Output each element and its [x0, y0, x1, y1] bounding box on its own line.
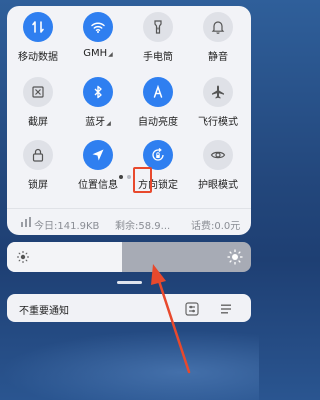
- expand-corner-icon: ◢: [108, 51, 113, 58]
- tile-label: 飞行模式: [198, 113, 238, 128]
- tile-eye[interactable]: 护眼模式: [190, 140, 246, 196]
- tile-label-text: 静音: [208, 52, 228, 63]
- tile-label-text: 蓝牙: [85, 117, 106, 128]
- page-indicator: [119, 175, 131, 179]
- brightness-high-icon: [227, 249, 243, 269]
- tile-label-text: 位置信息: [78, 180, 118, 191]
- tile-airplane[interactable]: 飞行模式: [190, 77, 246, 133]
- mobile-data-icon: [23, 12, 53, 42]
- tile-screenshot[interactable]: 截屏: [10, 77, 66, 133]
- auto-brightness-icon: [143, 77, 173, 107]
- tile-mobile-data[interactable]: 移动数据: [10, 12, 66, 68]
- tile-label-text: 手电筒: [143, 52, 173, 63]
- drag-handle[interactable]: [117, 281, 142, 284]
- tile-label-text: 飞行模式: [198, 117, 238, 128]
- tile-label-text: 移动数据: [18, 52, 58, 63]
- brightness-slider[interactable]: [7, 242, 251, 272]
- brightness-low-icon: [16, 249, 30, 268]
- bluetooth-icon: [83, 77, 113, 107]
- clear-notifications-icon[interactable]: [219, 301, 233, 320]
- tile-label: 自动亮度: [138, 113, 178, 128]
- tile-label: 蓝牙◢: [85, 113, 111, 128]
- expand-corner-icon: ◢: [106, 120, 111, 127]
- wifi-icon: [83, 12, 113, 42]
- tile-label-text: 截屏: [28, 117, 48, 128]
- annotation-box: [133, 167, 152, 193]
- airplane-icon: [203, 77, 233, 107]
- bell-icon: [203, 12, 233, 42]
- data-today: 今日:141.9KB: [34, 221, 100, 232]
- notification-settings-icon[interactable]: [185, 301, 199, 320]
- tile-label: 位置信息: [78, 176, 118, 191]
- lock-icon: [23, 140, 53, 170]
- data-usage-row[interactable]: 今日:141.9KB 剩余:58.9... 话费:0.0元: [7, 208, 251, 235]
- tile-label: 静音: [208, 48, 228, 63]
- tile-bell[interactable]: 静音: [190, 12, 246, 68]
- data-usage-icon: [21, 217, 31, 230]
- tile-label-text: 锁屏: [28, 180, 48, 191]
- tile-location[interactable]: 位置信息: [70, 140, 126, 196]
- tile-lock[interactable]: 锁屏: [10, 140, 66, 196]
- tile-auto-brightness[interactable]: 自动亮度: [130, 77, 186, 133]
- tile-label: 手电筒: [143, 48, 173, 63]
- unimportant-notifications-label: 不重要通知: [19, 306, 69, 317]
- tile-label: 移动数据: [18, 48, 58, 63]
- tile-label: 锁屏: [28, 176, 48, 191]
- tile-wifi[interactable]: GMH◢: [70, 12, 126, 68]
- page-dot-2[interactable]: [127, 175, 131, 179]
- tile-label: GMH◢: [83, 48, 113, 59]
- rotation-lock-icon: [143, 140, 173, 170]
- tile-label-text: GMH: [83, 48, 108, 59]
- tile-label: 截屏: [28, 113, 48, 128]
- page-dot-1[interactable]: [119, 175, 123, 179]
- phone-fee: 话费:0.0元: [191, 221, 241, 232]
- tile-label-text: 护眼模式: [198, 180, 238, 191]
- tile-label-text: 自动亮度: [138, 117, 178, 128]
- location-icon: [83, 140, 113, 170]
- tile-label: 护眼模式: [198, 176, 238, 191]
- unimportant-notifications-bar[interactable]: 不重要通知: [7, 294, 251, 322]
- flashlight-icon: [143, 12, 173, 42]
- screenshot-icon: [23, 77, 53, 107]
- tile-bluetooth[interactable]: 蓝牙◢: [70, 77, 126, 133]
- background-glow: [0, 330, 259, 400]
- tile-flashlight[interactable]: 手电筒: [130, 12, 186, 68]
- eye-icon: [203, 140, 233, 170]
- data-remaining: 剩余:58.9...: [115, 221, 171, 232]
